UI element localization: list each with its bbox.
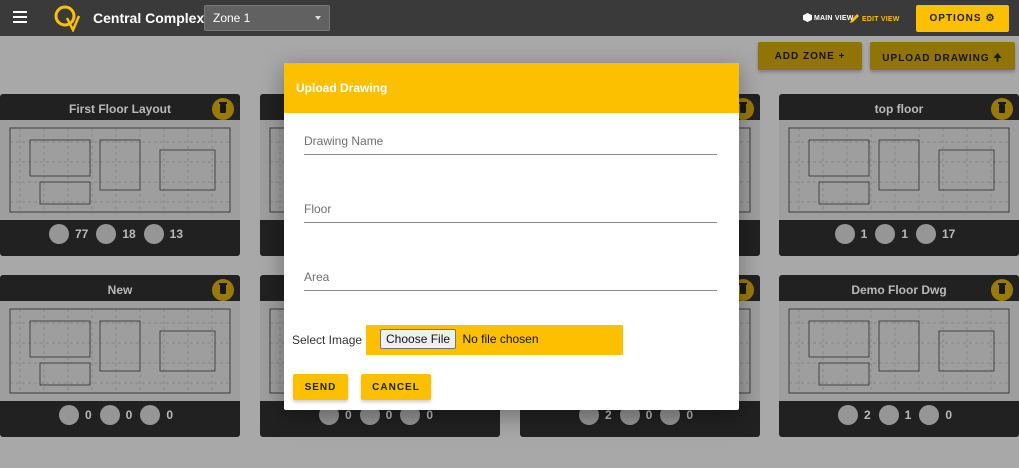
edit-view-label: EDIT VIEW: [862, 16, 900, 23]
zone-select[interactable]: Zone 1: [204, 5, 330, 31]
select-image-label: Select Image: [292, 333, 363, 347]
cube-icon: [803, 13, 812, 22]
zone-select-value: Zone 1: [213, 11, 251, 25]
floor-input[interactable]: [304, 195, 717, 222]
options-button[interactable]: OPTIONS ⚙: [916, 5, 1009, 32]
dialog-header: Upload Drawing: [284, 63, 739, 113]
cancel-label: CANCEL: [372, 382, 420, 393]
floor-field: [304, 195, 717, 223]
app-logo: [54, 5, 81, 32]
gear-icon: ⚙: [985, 13, 996, 24]
choose-file-button[interactable]: Choose File: [380, 329, 457, 349]
edit-view-link[interactable]: EDIT VIEW: [850, 13, 900, 23]
upload-drawing-dialog: Upload Drawing Select Image Choose File …: [284, 63, 739, 410]
send-label: SEND: [304, 382, 337, 393]
cancel-button[interactable]: CANCEL: [361, 374, 431, 400]
top-bar: Central Complex Zone 1 MAIN VIEW EDIT VI…: [0, 0, 1019, 36]
main-view-link[interactable]: MAIN VIEW: [803, 13, 854, 22]
options-label: OPTIONS: [929, 13, 982, 24]
pencil-icon: [850, 14, 859, 23]
app-title: Central Complex: [93, 10, 205, 26]
main-view-label: MAIN VIEW: [814, 15, 854, 22]
dialog-title: Upload Drawing: [296, 81, 388, 95]
no-file-text: No file chosen: [462, 332, 539, 346]
hamburger-menu-icon[interactable]: [13, 11, 27, 23]
send-button[interactable]: SEND: [293, 374, 348, 400]
area-field: [304, 263, 717, 291]
file-picker: Choose File No file chosen: [366, 325, 623, 355]
chevron-down-icon: [315, 16, 321, 20]
drawing-name-field: [304, 127, 717, 155]
area-input[interactable]: [304, 263, 717, 290]
drawing-name-input[interactable]: [304, 127, 717, 154]
